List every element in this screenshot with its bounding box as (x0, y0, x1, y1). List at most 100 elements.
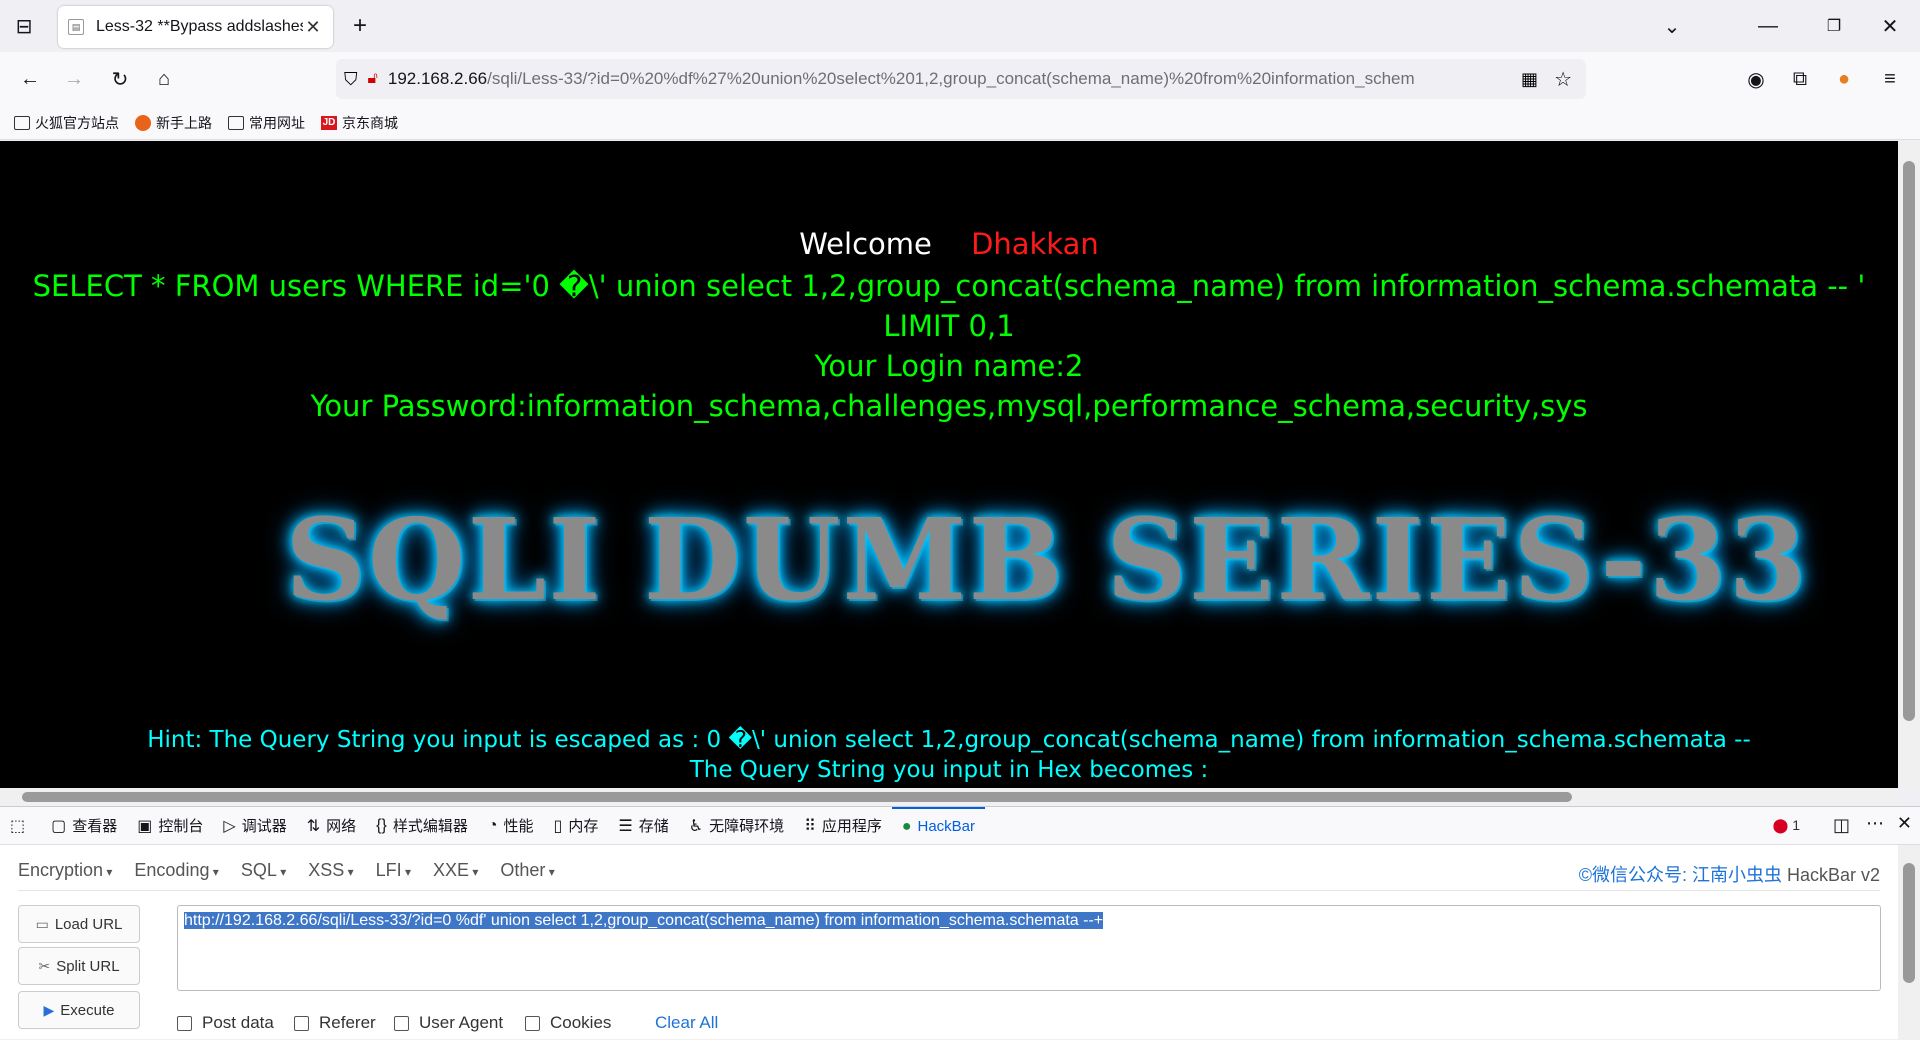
error-badge[interactable]: ⬤ 1 (1773, 817, 1800, 834)
password-line: Your Password:information_schema,challen… (310, 389, 1588, 423)
tab-hackbar[interactable]: ● HackBar (891, 806, 986, 845)
shield-icon[interactable]: ⛉ (344, 69, 358, 90)
devtools-panel: ⬚ ▢ 查看器 ▣ 控制台 ▷ 调试器 ⇅ 网络 {} 样式编辑器 ◔ 性能 ▯ 内存 ☰ 存储… (0, 806, 1920, 1040)
cookies-checkbox[interactable]: Cookies (525, 1013, 611, 1033)
bookmark-item[interactable]: 新手上路 (135, 113, 212, 133)
hackbar-brand: ©微信公众号: 江南小虫虫 HackBar v2 (1578, 865, 1880, 885)
accessibility-icon: ♿︎ (688, 817, 704, 835)
gauge-icon: ◔ (487, 816, 498, 834)
tab-debugger[interactable]: ▷ 调试器 (213, 807, 296, 845)
url-host: 192.168.2.66 (387, 69, 488, 88)
load-icon: ▭ (35, 915, 49, 932)
bookmark-item[interactable]: 火狐官方站点 (14, 113, 119, 133)
account-icon[interactable]: ◉ (1740, 63, 1772, 95)
scroll-thumb[interactable] (1903, 863, 1915, 983)
play-icon: ▶ (43, 1001, 55, 1018)
hackbar-icon: ● (901, 817, 912, 835)
qr-code-icon[interactable]: ▦ (1521, 69, 1538, 90)
login-name: Your Login name:2 (814, 349, 1084, 383)
menu-lfi[interactable]: LFI (376, 860, 411, 881)
close-tab-icon[interactable]: ✕ (303, 17, 323, 38)
user-agent-checkbox[interactable]: User Agent (394, 1013, 503, 1033)
bookmark-item[interactable]: JD 京东商城 (321, 113, 398, 133)
addon-icon[interactable]: ● (1828, 63, 1860, 95)
query-text-2: LIMIT 0,1 (883, 309, 1015, 343)
user-name: Dhakkan (971, 227, 1099, 261)
minimize-icon[interactable]: — (1752, 10, 1784, 42)
tab-performance[interactable]: ◔ 性能 (478, 807, 544, 845)
debugger-icon: ▷ (223, 817, 236, 835)
scissors-icon: ✂ (38, 957, 51, 974)
window-close-icon[interactable]: ✕ (1874, 10, 1906, 42)
clear-all-link[interactable]: Clear All (655, 1013, 718, 1033)
firefox-icon (135, 114, 151, 131)
browser-tab[interactable]: ▤ Less-32 **Bypass addslashes( ✕ (58, 6, 333, 48)
hint-line: Hint: The Query String you input is esca… (147, 727, 1751, 753)
tab-console[interactable]: ▣ 控制台 (127, 807, 213, 845)
navigation-bar: ← → ↻ ⌂ ⛉ 🔓︎ 192.168.2.66/sqli/Less-33/?… (0, 52, 1920, 106)
tab-title: Less-32 **Bypass addslashes( (96, 18, 303, 35)
menu-xxe[interactable]: XXE (433, 860, 478, 881)
reload-icon[interactable]: ↻ (104, 63, 136, 95)
hackbar-menu: Encryption Encoding SQL XSS LFI XXE Othe… (18, 851, 1880, 891)
close-devtools-icon[interactable]: ✕ (1897, 813, 1912, 834)
network-icon: ⇅ (306, 817, 321, 835)
grid-icon: ⠿ (804, 817, 816, 835)
element-picker-icon[interactable]: ⬚ (0, 807, 41, 845)
sqli-logo: SQLI DUMB SERIES-33 (285, 495, 1809, 626)
inspector-icon: ▢ (51, 817, 67, 835)
storage-icon: ☰ (618, 817, 633, 835)
insecure-lock-icon[interactable]: 🔓︎ (368, 70, 378, 88)
jd-icon: JD (321, 115, 337, 130)
back-icon[interactable]: ← (14, 63, 46, 95)
page-favicon-icon: ▤ (68, 19, 84, 35)
dock-icon[interactable]: ◫ (1833, 815, 1850, 836)
menu-encoding[interactable]: Encoding (134, 860, 218, 881)
welcome-text: Welcome (799, 227, 932, 261)
tab-storage[interactable]: ☰ 存储 (608, 807, 678, 845)
hex-line: The Query String you input in Hex become… (689, 757, 1209, 783)
tab-application[interactable]: ⠿ 应用程序 (794, 807, 892, 845)
scroll-thumb[interactable] (22, 792, 1572, 802)
tab-list-icon[interactable]: ⊟ (8, 10, 40, 42)
forward-icon[interactable]: → (58, 63, 90, 95)
new-tab-icon[interactable]: + (344, 10, 376, 42)
devtools-scrollbar[interactable] (1898, 845, 1920, 1040)
menu-other[interactable]: Other (500, 860, 554, 881)
url-path: /sqli/Less-33/?id=0%20%df%27%20union%20s… (487, 69, 1415, 88)
tab-accessibility[interactable]: ♿︎ 无障碍环境 (679, 807, 794, 845)
query-text: SELECT * FROM users WHERE id='0 �\' unio… (32, 269, 1866, 303)
horizontal-scrollbar[interactable] (0, 788, 1898, 806)
tab-network[interactable]: ⇅ 网络 (297, 807, 366, 845)
referer-checkbox[interactable]: Referer (294, 1013, 376, 1033)
chip-icon: ▯ (553, 817, 563, 835)
tab-strip: ⊟ ▤ Less-32 **Bypass addslashes( ✕ + ⌄ —… (0, 0, 1920, 52)
tab-style-editor[interactable]: {} 样式编辑器 (366, 807, 478, 845)
load-url-button[interactable]: ▭ Load URL (18, 905, 140, 943)
post-data-checkbox[interactable]: Post data (177, 1013, 274, 1033)
more-options-icon[interactable]: ⋯ (1866, 813, 1884, 834)
bookmark-star-icon[interactable]: ☆ (1554, 67, 1572, 92)
tab-memory[interactable]: ▯ 内存 (544, 807, 609, 845)
chevron-down-icon[interactable]: ⌄ (1656, 10, 1688, 42)
execute-button[interactable]: ▶ Execute (18, 991, 140, 1029)
bookmark-item[interactable]: 常用网址 (228, 113, 305, 133)
tab-inspector[interactable]: ▢ 查看器 (41, 807, 127, 845)
extensions-icon[interactable]: ⧉ (1784, 63, 1816, 95)
menu-xss[interactable]: XSS (308, 860, 353, 881)
url-bar[interactable]: ⛉ 🔓︎ 192.168.2.66/sqli/Less-33/?id=0%20%… (336, 59, 1586, 99)
page-content: Welcome Dhakkan SELECT * FROM users WHER… (0, 141, 1898, 788)
menu-sql[interactable]: SQL (241, 860, 286, 881)
split-url-button[interactable]: ✂ Split URL (18, 947, 140, 985)
console-icon: ▣ (137, 817, 153, 835)
restore-icon[interactable]: ❐ (1818, 10, 1850, 42)
vertical-scrollbar[interactable] (1898, 141, 1920, 788)
scroll-thumb[interactable] (1903, 161, 1915, 721)
home-icon[interactable]: ⌂ (148, 63, 180, 95)
menu-encryption[interactable]: Encryption (18, 860, 112, 881)
braces-icon: {} (376, 816, 387, 834)
hackbar-url-input[interactable]: http://192.168.2.66/sqli/Less-33/?id=0 %… (177, 905, 1881, 991)
devtools-toolbar: ⬚ ▢ 查看器 ▣ 控制台 ▷ 调试器 ⇅ 网络 {} 样式编辑器 ◔ 性能 ▯ 内存 ☰ 存储… (0, 806, 1920, 845)
bookmarks-bar: 火狐官方站点 新手上路 常用网址 JD 京东商城 (0, 106, 1920, 140)
menu-icon[interactable]: ≡ (1874, 63, 1906, 95)
